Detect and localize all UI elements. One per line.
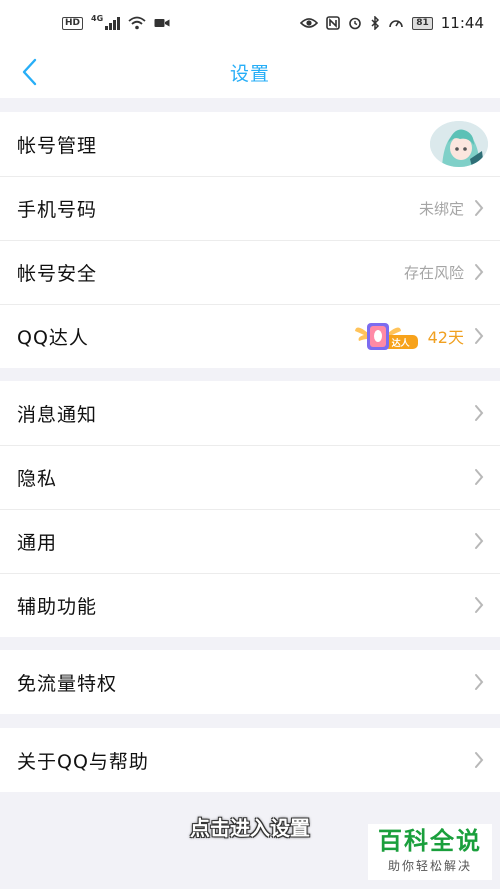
alarm-icon bbox=[349, 17, 362, 30]
settings-item-accessibility[interactable]: 辅助功能 bbox=[0, 573, 500, 637]
battery-icon: 81 bbox=[412, 16, 433, 30]
chevron-right-icon bbox=[475, 674, 484, 690]
chevron-right-icon bbox=[475, 469, 484, 485]
data-free-group: 免流量特权 bbox=[0, 650, 500, 714]
settings-item-label: 帐号管理 bbox=[17, 134, 98, 157]
status-bar: HD 4G 81 11:44 bbox=[0, 0, 500, 46]
qq-expert-badge-text: 达人 bbox=[391, 339, 410, 349]
settings-item-label: 隐私 bbox=[17, 467, 58, 490]
chevron-right-icon bbox=[475, 328, 484, 344]
settings-item-label: QQ达人 bbox=[17, 326, 89, 349]
speed-gauge-icon bbox=[389, 20, 404, 28]
status-bar-right: 81 11:44 bbox=[300, 14, 484, 32]
settings-item-label: 帐号安全 bbox=[17, 262, 98, 285]
account-group: 帐号管理 手机号码 未绑定 帐号安全 存在风险 QQ达人 达人 42天 bbox=[0, 112, 500, 368]
watermark-subtitle: 助你轻松解决 bbox=[387, 859, 472, 873]
nfc-icon bbox=[326, 16, 341, 30]
settings-item-about-help[interactable]: 关于QQ与帮助 bbox=[0, 728, 500, 792]
chevron-right-icon bbox=[475, 533, 484, 549]
clock: 11:44 bbox=[440, 14, 484, 32]
chevron-right-icon bbox=[475, 597, 484, 613]
eye-icon bbox=[300, 18, 319, 28]
chevron-right-icon bbox=[475, 752, 484, 768]
watermark-title: 百科全说 bbox=[378, 827, 482, 855]
settings-item-privacy[interactable]: 隐私 bbox=[0, 445, 500, 509]
qq-expert-badge-icon: 达人 bbox=[354, 319, 418, 353]
settings-item-label: 消息通知 bbox=[17, 403, 98, 426]
nav-bar: 设置 bbox=[0, 46, 500, 98]
video-icon bbox=[154, 19, 170, 27]
qq-expert-days-value: 42天 bbox=[427, 328, 464, 347]
settings-item-label: 关于QQ与帮助 bbox=[17, 750, 149, 773]
phone-status-value: 未绑定 bbox=[418, 199, 464, 218]
watermark: 百科全说 助你轻松解决 bbox=[368, 824, 492, 880]
bluetooth-icon bbox=[371, 16, 380, 30]
settings-item-account-security[interactable]: 帐号安全 存在风险 bbox=[0, 240, 500, 304]
settings-item-account-management[interactable]: 帐号管理 bbox=[0, 112, 500, 176]
status-bar-left: HD 4G bbox=[62, 13, 170, 30]
settings-item-label: 通用 bbox=[17, 531, 58, 554]
signal-icon bbox=[105, 16, 120, 30]
settings-item-data-free-privilege[interactable]: 免流量特权 bbox=[0, 650, 500, 714]
avatar bbox=[430, 121, 488, 167]
chevron-right-icon bbox=[475, 200, 484, 216]
settings-item-label: 辅助功能 bbox=[17, 595, 98, 618]
settings-item-label: 手机号码 bbox=[17, 198, 98, 221]
back-button[interactable] bbox=[12, 54, 46, 90]
chevron-right-icon bbox=[475, 405, 484, 421]
settings-item-phone-number[interactable]: 手机号码 未绑定 bbox=[0, 176, 500, 240]
security-status-value: 存在风险 bbox=[403, 263, 464, 282]
page-title: 设置 bbox=[229, 62, 270, 85]
network-type-label: 4G bbox=[91, 13, 104, 23]
settings-item-label: 免流量特权 bbox=[17, 672, 118, 695]
hd-icon: HD bbox=[62, 16, 84, 30]
chevron-right-icon bbox=[475, 264, 484, 280]
chevron-left-icon bbox=[22, 58, 37, 86]
general-group: 消息通知 隐私 通用 辅助功能 bbox=[0, 381, 500, 637]
settings-item-general[interactable]: 通用 bbox=[0, 509, 500, 573]
wifi-icon bbox=[128, 16, 146, 30]
about-group: 关于QQ与帮助 bbox=[0, 728, 500, 792]
settings-item-notifications[interactable]: 消息通知 bbox=[0, 381, 500, 445]
settings-item-qq-expert[interactable]: QQ达人 达人 42天 bbox=[0, 304, 500, 368]
